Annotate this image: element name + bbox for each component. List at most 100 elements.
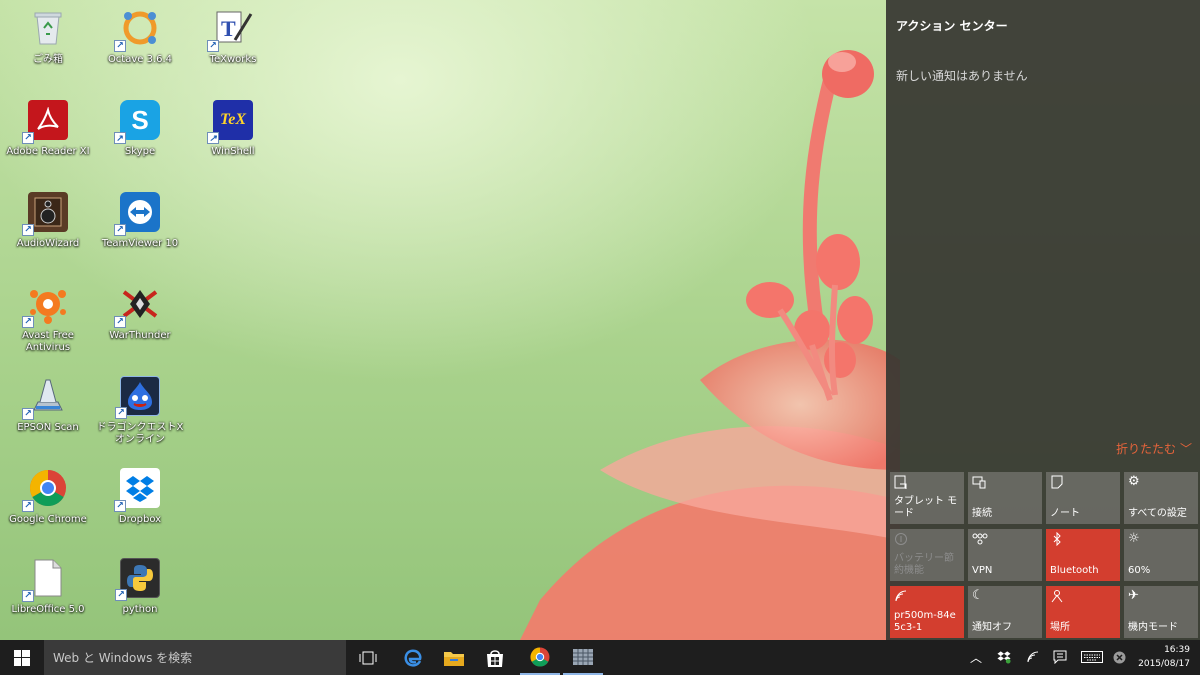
windows-logo-icon	[14, 649, 30, 666]
action-center-title: アクション センター	[896, 19, 1008, 33]
brightness-icon: ☼	[1128, 531, 1140, 546]
collapse-button[interactable]: 折りたたむ ﹀	[1116, 440, 1192, 457]
quick-actions-grid: タブレット モード 接続 ノート ⚙ すべての設定 バッテリー節約機能 VPN …	[890, 472, 1198, 638]
quick-action-note[interactable]: ノート	[1046, 472, 1120, 524]
desktop-icon-adobe-reader[interactable]: ↗ Adobe Reader XI	[2, 96, 94, 184]
no-notifications-text: 新しい通知はありません	[896, 69, 1028, 83]
taskbar-file-explorer[interactable]	[434, 640, 474, 675]
taskbar-app[interactable]	[563, 640, 603, 675]
airplane-icon: ✈	[1128, 588, 1139, 603]
quick-action-location[interactable]: 場所	[1046, 586, 1120, 638]
chrome-icon	[530, 647, 550, 666]
taskbar-store[interactable]	[475, 640, 515, 675]
dropbox-icon: ↗	[114, 468, 160, 512]
shortcut-arrow-icon: ↗	[207, 132, 219, 144]
taskbar: Web と Windows を検索 ︿ 16:39 2015/08/17	[0, 640, 1200, 675]
close-circle-icon	[1113, 651, 1125, 663]
shortcut-arrow-icon: ↗	[22, 224, 34, 236]
edge-icon	[404, 649, 422, 667]
store-icon	[487, 649, 503, 667]
shortcut-arrow-icon: ↗	[114, 40, 126, 52]
shortcut-arrow-icon: ↗	[114, 500, 126, 512]
audiowizard-icon: ↗	[22, 192, 68, 236]
desktop-icon-skype[interactable]: S ↗ Skype	[94, 96, 186, 184]
shortcut-arrow-icon: ↗	[22, 590, 34, 602]
search-box[interactable]: Web と Windows を検索	[44, 640, 346, 675]
chevron-down-icon: ﹀	[1179, 442, 1192, 456]
shortcut-arrow-icon: ↗	[22, 316, 34, 328]
skype-icon: S ↗	[114, 100, 160, 144]
desktop-icon-epson-scan[interactable]: ↗ EPSON Scan	[2, 372, 94, 460]
show-hidden-icons-button[interactable]: ︿	[968, 648, 984, 666]
battery-saver-icon	[894, 532, 960, 548]
warthunder-icon: ↗	[114, 284, 160, 328]
quick-action-wifi[interactable]: pr500m-84e5c3-1	[890, 586, 964, 638]
clock-time: 16:39	[1164, 645, 1190, 655]
desktop-icon-dragon-quest[interactable]: ↗ ドラゴンクエストX オンライン	[94, 372, 186, 460]
shortcut-arrow-icon: ↗	[114, 224, 126, 236]
quick-action-battery-saver[interactable]: バッテリー節約機能	[890, 529, 964, 581]
desktop-icon-teamviewer[interactable]: ↗ TeamViewer 10	[94, 188, 186, 276]
quiet-hours-icon: ☾	[972, 588, 984, 603]
texworks-icon: T ↗	[207, 8, 253, 52]
desktop-icon-avast[interactable]: ↗ Avast Free Antivirus	[2, 280, 94, 368]
shortcut-arrow-icon: ↗	[22, 408, 34, 420]
keyboard-icon	[1081, 651, 1103, 663]
desktop-icon-dropbox[interactable]: ↗ Dropbox	[94, 464, 186, 552]
quick-action-airplane-mode[interactable]: ✈ 機内モード	[1124, 586, 1198, 638]
desktop-icon-winshell[interactable]: TeX ↗ WinShell	[187, 96, 279, 184]
shortcut-arrow-icon: ↗	[22, 132, 34, 144]
tray-touch-keyboard[interactable]	[1079, 648, 1105, 666]
vpn-icon	[972, 532, 1038, 548]
desktop-icon-python[interactable]: ↗ python	[94, 554, 186, 642]
search-placeholder: Web と Windows を検索	[53, 651, 193, 665]
desktop-icon-recycle-bin[interactable]: ごみ箱	[2, 4, 94, 92]
note-icon	[1050, 475, 1116, 491]
recycle-bin-icon	[28, 8, 68, 48]
avast-icon: ↗	[22, 284, 68, 328]
quick-action-vpn[interactable]: VPN	[968, 529, 1042, 581]
taskbar-edge[interactable]	[393, 640, 433, 675]
bluetooth-icon	[1050, 531, 1116, 548]
shortcut-arrow-icon: ↗	[22, 500, 34, 512]
app-icon	[573, 648, 593, 665]
collapse-label: 折りたたむ	[1115, 442, 1176, 456]
file-explorer-icon	[444, 651, 464, 666]
desktop-icon-libreoffice[interactable]: ↗ LibreOffice 5.0	[2, 554, 94, 642]
taskbar-clock[interactable]: 16:39 2015/08/17	[1138, 643, 1190, 671]
desktop-icon-texworks[interactable]: T ↗ TeXworks	[187, 4, 279, 92]
quick-action-all-settings[interactable]: ⚙ すべての設定	[1124, 472, 1198, 524]
start-button[interactable]	[0, 640, 44, 675]
taskbar-chrome[interactable]	[520, 640, 560, 675]
action-center-panel: アクション センター 新しい通知はありません 折りたたむ ﹀ タブレット モード…	[886, 0, 1200, 640]
desktop-icon-google-chrome[interactable]: ↗ Google Chrome	[2, 464, 94, 552]
wifi-icon	[894, 589, 960, 605]
octave-icon: ↗	[114, 8, 160, 52]
wifi-icon	[1027, 651, 1039, 663]
quick-action-bluetooth[interactable]: Bluetooth	[1046, 529, 1120, 581]
epson-scan-icon: ↗	[22, 376, 68, 420]
notification-icon	[1053, 650, 1067, 664]
desktop-icon-warthunder[interactable]: ↗ WarThunder	[94, 280, 186, 368]
desktop-icon-audiowizard[interactable]: ↗ AudioWizard	[2, 188, 94, 276]
tray-status[interactable]	[1111, 648, 1127, 666]
adobe-reader-icon: ↗	[22, 100, 68, 144]
shortcut-arrow-icon: ↗	[114, 316, 126, 328]
task-view-button[interactable]	[348, 640, 388, 675]
libreoffice-icon: ↗	[22, 558, 68, 602]
tray-dropbox[interactable]	[995, 648, 1013, 666]
chevron-up-icon: ︿	[969, 650, 982, 665]
quick-action-quiet-hours[interactable]: ☾ 通知オフ	[968, 586, 1042, 638]
gear-icon: ⚙	[1128, 474, 1140, 489]
quick-action-tablet-mode[interactable]: タブレット モード	[890, 472, 964, 524]
tray-action-center[interactable]	[1051, 648, 1069, 666]
quick-action-brightness[interactable]: ☼ 60%	[1124, 529, 1198, 581]
svg-text:T: T	[221, 16, 236, 41]
quick-action-connect[interactable]: 接続	[968, 472, 1042, 524]
tray-network[interactable]	[1024, 648, 1042, 666]
desktop-icon-octave[interactable]: ↗ Octave 3.6.4	[94, 4, 186, 92]
shortcut-arrow-icon: ↗	[207, 40, 219, 52]
teamviewer-icon: ↗	[114, 192, 160, 236]
chrome-icon: ↗	[22, 468, 68, 512]
location-icon	[1050, 589, 1116, 605]
